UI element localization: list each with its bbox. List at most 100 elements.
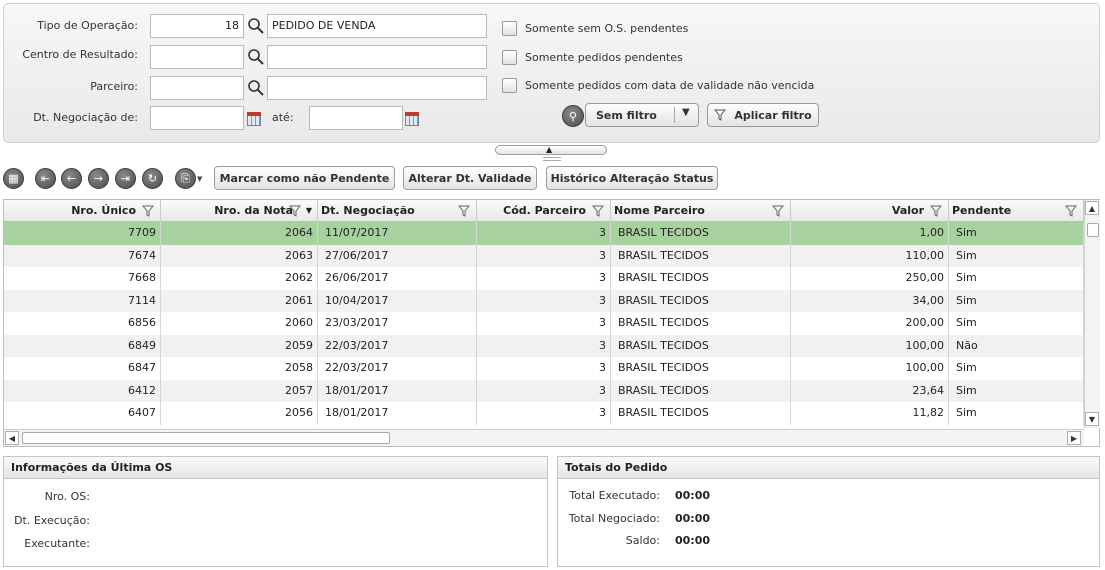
scroll-right-icon[interactable]: ▶ (1067, 431, 1081, 445)
aplicar-filtro-button[interactable]: Aplicar filtro (707, 103, 819, 127)
column-filter-icon[interactable] (592, 205, 604, 217)
search-icon[interactable] (247, 79, 265, 97)
scroll-up-icon[interactable]: ▲ (1085, 201, 1099, 215)
table-row[interactable]: 7668 2062 26/06/2017 3 BRASIL TECIDOS 250,00 S… (4, 267, 1084, 290)
chk-sem-os-pendentes[interactable] (502, 21, 517, 36)
column-filter-icon[interactable] (1065, 205, 1077, 217)
collapse-panel-button[interactable]: ▲ (495, 145, 607, 155)
totais-pedido-title: Totais do Pedido (558, 457, 1099, 479)
dt-negociacao-to-input[interactable] (309, 106, 403, 130)
column-header[interactable]: Nro. da Nota ▼ (161, 200, 318, 222)
chevron-up-icon: ▲ (546, 145, 553, 154)
table-row[interactable]: 6407 2056 18/01/2017 3 BRASIL TECIDOS 11,82 Si… (4, 402, 1084, 425)
table-cell: 7709 (4, 222, 161, 245)
table-cell: 23,64 (791, 379, 949, 402)
alterar-dt-validade-button[interactable]: Alterar Dt. Validade (403, 166, 537, 190)
table-cell: 34,00 (791, 289, 949, 312)
tipo-operacao-desc-input[interactable]: PEDIDO DE VENDA (267, 14, 487, 38)
hscroll-thumb[interactable] (22, 432, 390, 444)
table-cell: 1,00 (791, 222, 949, 245)
scroll-down-icon[interactable]: ▼ (1085, 412, 1099, 426)
table-cell: 26/06/2017 (318, 267, 477, 290)
table-row[interactable]: 6849 2059 22/03/2017 3 BRASIL TECIDOS 100,00 N… (4, 334, 1084, 357)
funnel-icon (714, 109, 727, 121)
table-cell: Sim (949, 312, 1084, 335)
calendar-icon[interactable] (247, 112, 261, 126)
dt-negociacao-from-input[interactable] (150, 106, 244, 130)
refresh-icon[interactable]: ↻ (142, 168, 163, 189)
actions-menu-icon[interactable]: ⎘ (175, 168, 196, 189)
grid-menu-icon[interactable]: ▦ (3, 168, 24, 189)
column-filter-icon[interactable] (772, 205, 784, 217)
column-header-label: Nro. da Nota (214, 204, 293, 217)
table-cell: Sim (949, 357, 1084, 380)
column-filter-icon[interactable] (142, 205, 154, 217)
scroll-left-icon[interactable]: ◀ (5, 431, 19, 445)
sem-filtro-dropdown[interactable]: Sem filtro ▼ (585, 103, 699, 127)
grid-header: Nro. Único Nro. da Nota ▼ Dt. Negociação Cód… (4, 200, 1084, 222)
table-cell: 3 (477, 289, 611, 312)
table-cell: BRASIL TECIDOS (611, 222, 791, 245)
parceiro-code-input[interactable] (150, 76, 244, 100)
column-header[interactable]: Valor (791, 200, 949, 222)
table-cell: Sim (949, 244, 1084, 267)
table-cell: 2064 (161, 222, 318, 245)
nro-os-label: Nro. OS: (44, 490, 90, 503)
previous-record-icon[interactable]: ← (61, 168, 82, 189)
table-cell: BRASIL TECIDOS (611, 334, 791, 357)
total-negociado-label: Total Negociado: (568, 512, 660, 525)
ate-label: até: (272, 111, 294, 124)
column-header[interactable]: Nro. Único (4, 200, 161, 222)
last-record-icon[interactable]: ⇥ (115, 168, 136, 189)
parceiro-desc-input[interactable] (267, 76, 487, 100)
centro-resultado-desc-input[interactable] (267, 45, 487, 69)
table-row[interactable]: 6412 2057 18/01/2017 3 BRASIL TECIDOS 23,64 Si… (4, 379, 1084, 402)
table-cell: 18/01/2017 (318, 402, 477, 425)
table-cell: 110,00 (791, 244, 949, 267)
actions-dropdown-icon[interactable]: ▼ (197, 175, 202, 183)
table-row[interactable]: 7114 2061 10/04/2017 3 BRASIL TECIDOS 34,00 Si… (4, 289, 1084, 312)
table-cell: 6849 (4, 334, 161, 357)
vertical-scrollbar[interactable]: ▲ ▼ (1084, 200, 1100, 428)
marcar-nao-pendente-button[interactable]: Marcar como não Pendente (214, 166, 395, 190)
search-icon[interactable] (247, 17, 265, 35)
next-record-icon[interactable]: → (88, 168, 109, 189)
saldo-label: Saldo: (625, 534, 660, 547)
filter-clear-icon[interactable]: ⚲ (562, 105, 584, 127)
table-row[interactable]: 6856 2060 23/03/2017 3 BRASIL TECIDOS 200,00 S… (4, 312, 1084, 335)
drag-handle[interactable] (543, 157, 561, 161)
column-header[interactable]: Cód. Parceiro (477, 200, 611, 222)
search-icon[interactable] (247, 48, 265, 66)
chk-pedidos-pendentes[interactable] (502, 50, 517, 65)
column-header[interactable]: Pendente (949, 200, 1084, 222)
sem-filtro-label: Sem filtro (596, 108, 657, 122)
table-cell: 10/04/2017 (318, 289, 477, 312)
table-cell: 2056 (161, 402, 318, 425)
column-filter-icon[interactable] (289, 205, 301, 217)
first-record-icon[interactable]: ⇤ (35, 168, 56, 189)
table-cell: BRASIL TECIDOS (611, 267, 791, 290)
chk-validade-label: Somente pedidos com data de validade não… (525, 79, 815, 92)
chevron-down-icon: ▼ (682, 107, 690, 118)
table-cell: 6847 (4, 357, 161, 380)
chk-sem-os-label: Somente sem O.S. pendentes (525, 22, 689, 35)
horizontal-scrollbar[interactable]: ◀ ▶ (4, 429, 1084, 446)
column-filter-icon[interactable] (930, 205, 942, 217)
scroll-thumb[interactable] (1087, 223, 1099, 237)
tipo-operacao-code-input[interactable]: 18 (150, 14, 244, 38)
column-filter-icon[interactable] (458, 205, 470, 217)
historico-alteracao-status-button[interactable]: Histórico Alteração Status (546, 166, 718, 190)
table-row[interactable]: 7674 2063 27/06/2017 3 BRASIL TECIDOS 110,00 S… (4, 244, 1084, 267)
table-cell: 6856 (4, 312, 161, 335)
calendar-icon[interactable] (405, 112, 419, 126)
table-row[interactable]: 6847 2058 22/03/2017 3 BRASIL TECIDOS 100,00 S… (4, 357, 1084, 380)
table-cell: BRASIL TECIDOS (611, 312, 791, 335)
table-cell: 3 (477, 357, 611, 380)
column-header-label: Valor (891, 204, 924, 217)
chk-validade-nao-vencida[interactable] (502, 78, 517, 93)
column-header[interactable]: Nome Parceiro (611, 200, 791, 222)
centro-resultado-code-input[interactable] (150, 45, 244, 69)
table-row[interactable]: 7709 2064 11/07/2017 3 BRASIL TECIDOS 1,00 Sim (4, 222, 1084, 245)
executante-label: Executante: (24, 537, 90, 550)
column-header[interactable]: Dt. Negociação (318, 200, 477, 222)
